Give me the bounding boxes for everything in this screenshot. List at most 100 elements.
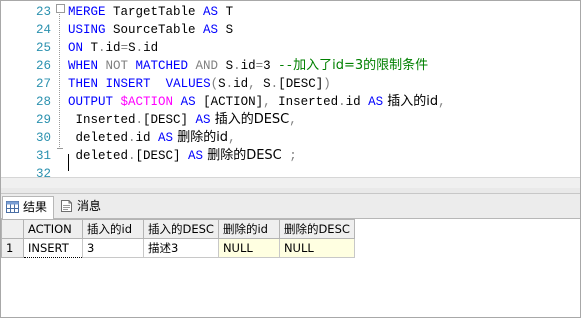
tab-messages-label: 消息 [77, 199, 102, 213]
code-token: id [233, 77, 249, 91]
code-token: 插入的id [383, 94, 439, 109]
sql-editor[interactable]: 23 MERGE TargetTable AS T 24 USING SourceTa… [1, 1, 580, 181]
code-token: . [135, 41, 144, 55]
code-token: AS [368, 95, 384, 109]
code-token: = [255, 59, 264, 73]
cell-inserted-id[interactable]: 3 [82, 238, 144, 258]
code-text: WHEN NOT MATCHED AND S.id=3 --加入了id=3的限制… [68, 57, 428, 75]
code-text: MERGE TargetTable AS T [68, 3, 233, 21]
grid-corner[interactable] [1, 219, 24, 239]
code-line[interactable]: 29 Inserted.[DESC] AS 插入的DESC, [1, 111, 580, 129]
code-token: S [218, 77, 226, 91]
line-number: 26 [35, 59, 51, 73]
code-line[interactable]: 27 THEN INSERT VALUES(S.id, S.[DESC]) [1, 75, 580, 93]
tab-messages[interactable]: 消息 [57, 196, 109, 217]
code-line[interactable]: 30 deleted.id AS 删除的id, [1, 129, 580, 147]
cell-action[interactable]: INSERT [23, 238, 83, 258]
code-token: SourceTable [105, 23, 204, 37]
code-line[interactable]: 24 USING SourceTable AS S [1, 21, 580, 39]
code-text: ON T.id=S.id [68, 39, 158, 57]
line-number: 28 [35, 95, 51, 109]
tab-results-label: 结果 [23, 200, 48, 214]
results-grid: ACTION 插入的id 插入的DESC 删除的id 删除的DESC 1 INS… [1, 219, 580, 317]
code-token: AS [188, 149, 204, 163]
code-token: id [135, 131, 159, 145]
table-row: 1 INSERT 3 描述3 NULL NULL [1, 238, 355, 258]
code-token: AS [180, 95, 196, 109]
line-number: 31 [35, 149, 51, 163]
code-token: THEN [68, 77, 99, 91]
code-token: . [128, 131, 136, 145]
column-header-deleted-id[interactable]: 删除的id [217, 219, 280, 239]
line-number: 23 [35, 5, 51, 19]
header-row: ACTION 插入的id 插入的DESC 删除的id 删除的DESC [1, 219, 355, 239]
line-number: 30 [35, 131, 51, 145]
code-token: 插入的DESC [210, 112, 290, 127]
code-token: TargetTable [105, 5, 204, 19]
cell-inserted-desc[interactable]: 描述3 [143, 238, 219, 258]
code-token: AS [195, 113, 211, 127]
line-number: 25 [35, 41, 51, 55]
code-token: AS [203, 5, 219, 19]
code-token: S [218, 23, 234, 37]
code-line[interactable]: 28 OUTPUT $ACTION AS [ACTION], Inserted.i… [1, 93, 580, 111]
code-line[interactable]: 23 MERGE TargetTable AS T [1, 3, 580, 21]
code-token: id [143, 41, 159, 55]
code-token: T [218, 5, 234, 19]
code-token: , [438, 95, 446, 109]
code-token: NOT [98, 59, 136, 73]
cell-deleted-id[interactable]: NULL [217, 238, 280, 258]
code-token: USING [68, 23, 106, 37]
cell-deleted-desc[interactable]: NULL [278, 238, 355, 258]
code-line[interactable]: 25 ON T.id=S.id [1, 39, 580, 57]
code-token: , [228, 131, 236, 145]
code-token: 3 [263, 59, 279, 73]
code-token: -- [278, 59, 294, 73]
code-token: . [233, 59, 241, 73]
code-token: ON [68, 41, 84, 55]
horizontal-scrollbar[interactable] [1, 177, 580, 188]
code-token: , [263, 95, 279, 109]
column-header-inserted-desc[interactable]: 插入的DESC [143, 219, 219, 239]
code-token: . [338, 95, 346, 109]
code-token: . [135, 113, 144, 127]
code-token: = [120, 41, 129, 55]
column-header-inserted-id[interactable]: 插入的id [82, 219, 144, 239]
code-line[interactable]: 31 deleted.[DESC] AS 删除的DESC ; [1, 147, 580, 165]
code-text: THEN INSERT VALUES(S.id, S.[DESC]) [68, 75, 331, 93]
results-tab-strip: 结果 消息 [1, 194, 580, 219]
code-token: ; [281, 149, 297, 163]
code-token: S [263, 77, 271, 91]
code-token: OUTPUT [68, 95, 114, 109]
line-number: 29 [35, 113, 51, 127]
code-token: AS [203, 23, 219, 37]
code-token: deleted [68, 131, 129, 145]
column-header-deleted-desc[interactable]: 删除的DESC [278, 219, 355, 239]
code-line[interactable]: 26 WHEN NOT MATCHED AND S.id=3 --加入了id=3的… [1, 57, 580, 75]
message-icon [61, 200, 72, 212]
code-token: id [345, 95, 369, 109]
code-token: 加入了id=3的限制条件 [293, 58, 429, 73]
line-number: 24 [35, 23, 51, 37]
code-token: Inserted [68, 113, 136, 127]
code-text: deleted.id AS 删除的id, [68, 129, 236, 147]
grid-icon [6, 201, 19, 213]
tab-results[interactable]: 结果 [2, 196, 54, 219]
code-token: . [128, 149, 136, 163]
results-table: ACTION 插入的id 插入的DESC 删除的id 删除的DESC 1 INS… [1, 219, 355, 258]
code-token: [DESC] [143, 113, 196, 127]
line-number: 27 [35, 77, 51, 91]
row-number[interactable]: 1 [1, 238, 24, 258]
code-token: S [128, 41, 136, 55]
code-text: deleted.[DESC] AS 删除的DESC ; [68, 147, 297, 165]
column-header-action[interactable]: ACTION [23, 219, 83, 239]
code-token: S [225, 59, 234, 73]
code-token: [ACTION] [195, 95, 264, 109]
code-token: id [105, 41, 121, 55]
text-caret [68, 154, 69, 171]
code-token: ) [323, 77, 331, 91]
code-text: USING SourceTable AS S [68, 21, 233, 39]
